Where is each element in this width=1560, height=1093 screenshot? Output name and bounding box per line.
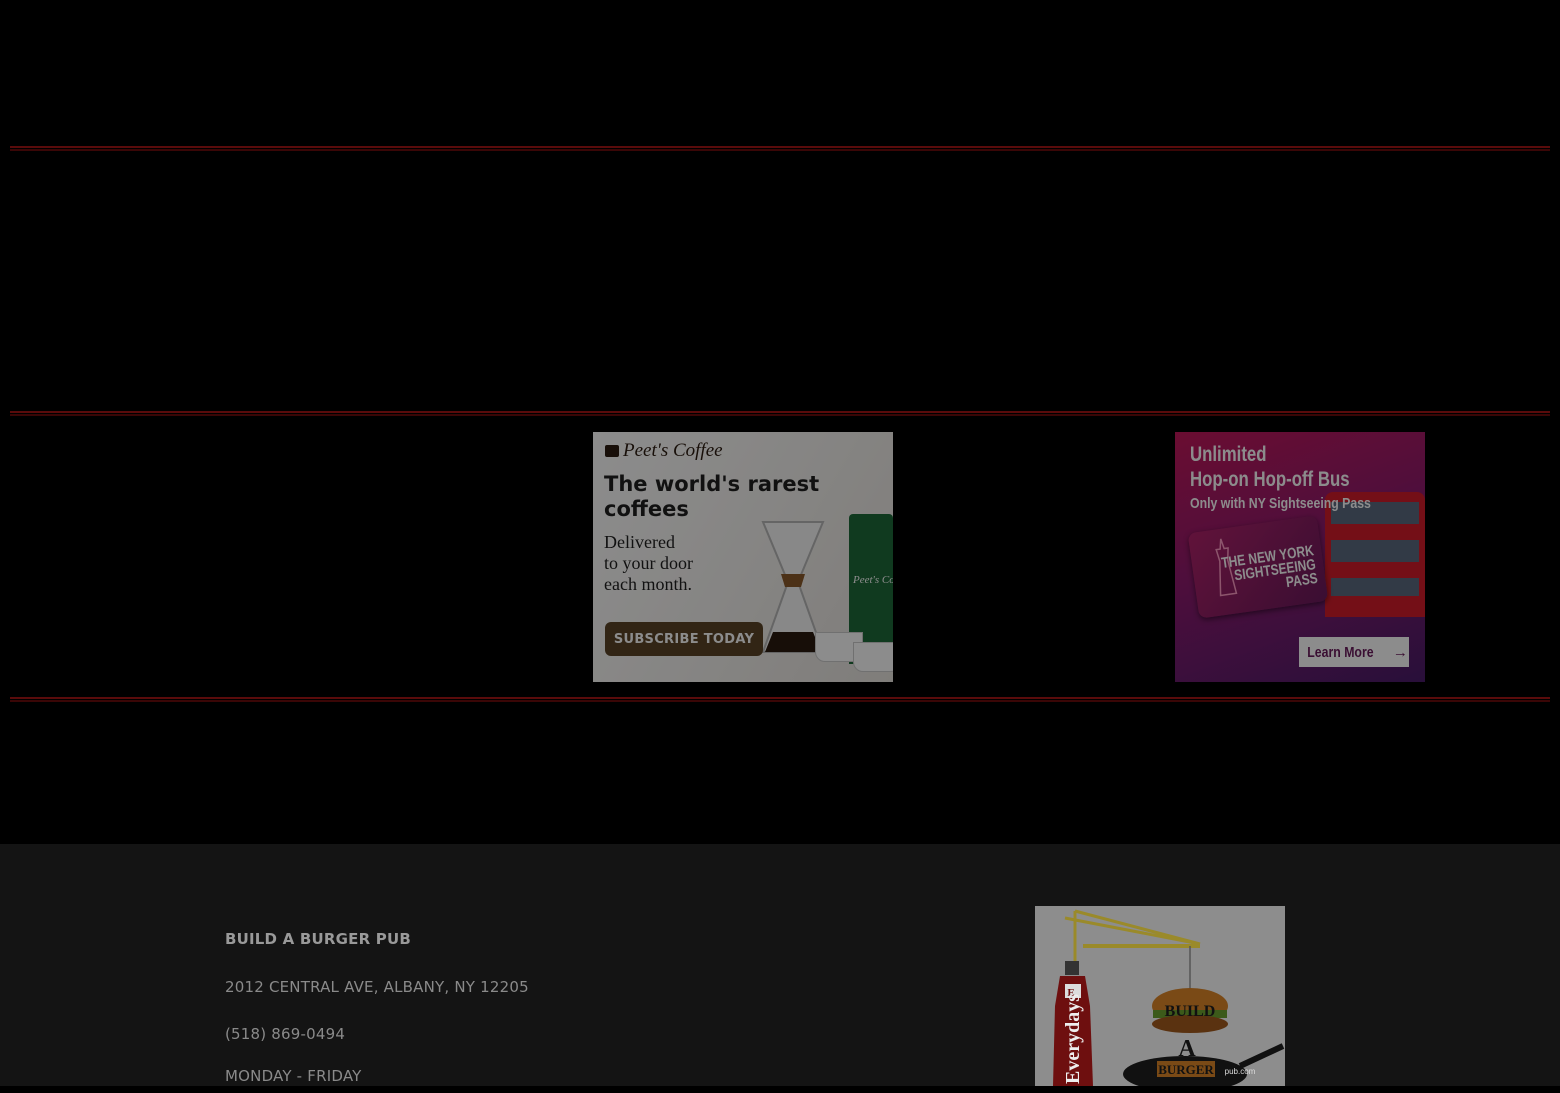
restaurant-address: 2012 CENTRAL AVE, ALBANY, NY 12205	[225, 978, 529, 996]
sightseeing-subtitle: Only with NY Sightseeing Pass	[1190, 495, 1371, 512]
logo-suffix-text: pub.com	[1225, 1067, 1256, 1076]
learn-more-button[interactable]: Learn More →	[1299, 637, 1409, 667]
coffee-bag-label: Peet's Co	[853, 574, 893, 586]
logo-ketchup-text: Everydays	[1062, 994, 1084, 1084]
sightseeing-pass-ad[interactable]: Unlimited Hop-on Hop-off Bus Only with N…	[1175, 432, 1425, 682]
restaurant-name: BUILD A BURGER PUB	[225, 930, 411, 948]
peets-subline: Delivered to your door each month.	[604, 532, 693, 594]
arrow-right-icon: →	[1392, 643, 1408, 661]
peets-logo: Peet's Coffee	[605, 440, 723, 462]
bottom-strip	[0, 1086, 1560, 1093]
sightseeing-headline: Unlimited Hop-on Hop-off Bus	[1190, 443, 1350, 491]
divider-top	[10, 146, 1550, 151]
peets-logo-icon	[605, 445, 619, 457]
build-a-burger-logo: E Everydays BUILD A BURGER pub.com	[1035, 906, 1285, 1086]
divider-middle	[10, 411, 1550, 416]
logo-burger-text: BURGER	[1158, 1062, 1214, 1077]
peets-brand: Peet's Coffee	[623, 440, 723, 461]
sightseeing-pass-card: THE NEW YORK SIGHTSEEING PASS	[1187, 515, 1329, 619]
learn-more-label: Learn More	[1307, 643, 1374, 661]
restaurant-phone[interactable]: (518) 869-0494	[225, 1025, 345, 1043]
hours-label: MONDAY - FRIDAY	[225, 1067, 362, 1085]
peets-coffee-ad[interactable]: Peet's Coffee The world's rarest coffees…	[593, 432, 893, 682]
divider-bottom	[10, 697, 1550, 702]
crane-burger-logo-icon: E Everydays BUILD A BURGER pub.com	[1053, 909, 1285, 1086]
coffee-cup-icon	[853, 642, 893, 672]
footer: BUILD A BURGER PUB 2012 CENTRAL AVE, ALB…	[0, 844, 1560, 1086]
logo-build-text: BUILD	[1165, 1003, 1216, 1020]
pass-card-text: THE NEW YORK SIGHTSEEING PASS	[1219, 542, 1319, 592]
subscribe-today-button[interactable]: SUBSCRIBE TODAY	[605, 622, 763, 656]
